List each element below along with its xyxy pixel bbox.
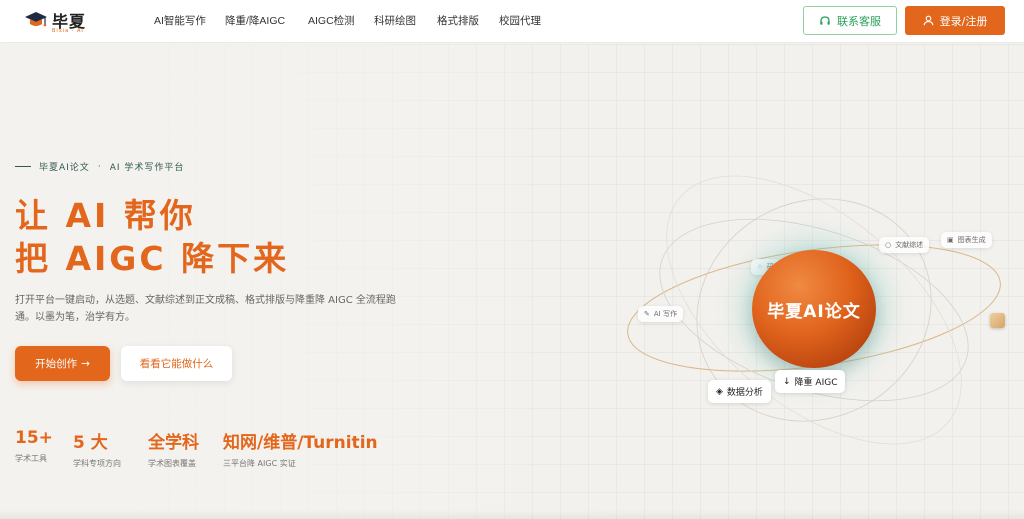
chip-ai-writing-label: AI 写作 (653, 310, 677, 318)
stat-value: 知网/维普/Turnitin (223, 433, 378, 453)
stat-value: 15+ (15, 428, 53, 448)
stat-value: 全学科 (148, 433, 199, 453)
login-register-button[interactable]: 登录/注册 (905, 6, 1005, 35)
stat-platforms: 知网/维普/Turnitin 三平台降 AIGC 实证 (223, 428, 378, 469)
chip-reduce-label: 降重 AIGC (794, 378, 838, 388)
chip-chart-generation[interactable]: ▣ 图表生成 (941, 232, 992, 248)
login-register-label: 登录/注册 (939, 14, 988, 28)
nav-item-aigc-detect[interactable]: AIGC检测 (308, 13, 355, 28)
user-icon (923, 15, 933, 26)
chip-chart-label: 图表生成 (957, 236, 986, 244)
stat-value: 5 大 (73, 433, 108, 453)
nav-item-format[interactable]: 格式排版 (437, 13, 479, 28)
arrow-down-icon: ↓ (783, 376, 791, 387)
contact-service-label: 联系客服 (837, 14, 881, 28)
stat-tools: 15+ 学术工具 (15, 428, 53, 464)
tagline-separator: · (97, 161, 102, 172)
stat-disciplines: 5 大 学科专项方向 (73, 428, 121, 469)
headset-icon (820, 15, 830, 25)
chip-literature-review[interactable]: ○ 文献综述 (879, 237, 930, 253)
sphere-label: 毕夏AI论文 (767, 301, 861, 322)
hero-headline-line-1: 让 AI 帮你 (15, 196, 196, 235)
start-creating-label: 开始创作 (35, 358, 78, 370)
diamond-icon: ◈ (716, 386, 723, 397)
chip-literature-label: 文献综述 (895, 241, 924, 249)
nav-item-reduce[interactable]: 降重/降AIGC (225, 13, 285, 28)
see-features-label: 看看它能做什么 (139, 358, 214, 370)
contact-service-button[interactable]: 联系客服 (803, 6, 897, 35)
stat-charts: 全学科 学术图表覆盖 (148, 428, 199, 469)
stat-label: 学术工具 (15, 454, 47, 463)
top-header: 毕夏 Bixia · AI AI智能写作 降重/降AIGC AIGC检测 科研绘… (0, 0, 1024, 43)
hero-description: 打开平台一键启动，从选题、文献综述到正文成稿、格式排版与降重降 AIGC 全流程… (15, 295, 396, 323)
stat-label: 学术图表覆盖 (148, 459, 196, 468)
chip-reduce-aigc[interactable]: ↓ 降重 AIGC (775, 370, 846, 393)
nav-item-campus-agent[interactable]: 校园代理 (499, 13, 541, 28)
chip-ai-writing[interactable]: ✎ AI 写作 (638, 306, 683, 322)
stat-label: 三平台降 AIGC 实证 (223, 459, 296, 468)
logo-subtitle: Bixia · AI (52, 28, 84, 34)
hero-tagline: 毕夏AI论文 · AI 学术写作平台 (15, 160, 184, 173)
grid-icon: ⁘ (757, 263, 763, 271)
graduation-cap-icon (25, 12, 47, 27)
tagline-description: AI 学术写作平台 (109, 163, 185, 173)
chart-icon: ▣ (947, 236, 954, 244)
circle-icon: ○ (885, 241, 892, 249)
brand-sphere[interactable]: 毕夏AI论文 (752, 250, 876, 368)
nav-item-research-drawing[interactable]: 科研绘图 (374, 13, 416, 28)
chip-data-label: 数据分析 (726, 388, 763, 398)
cube-decoration (990, 313, 1005, 328)
bottom-divider (0, 510, 1024, 519)
hero-headline-line-2: 把 AIGC 降下来 (15, 239, 290, 278)
chip-data-analysis[interactable]: ◈ 数据分析 (708, 380, 771, 403)
pen-icon: ✎ (644, 310, 650, 318)
see-features-button[interactable]: 看看它能做什么 (121, 346, 232, 381)
start-creating-button[interactable]: 开始创作 → (15, 346, 110, 381)
logo[interactable]: 毕夏 Bixia · AI (24, 7, 94, 37)
nav-item-ai-writing[interactable]: AI智能写作 (154, 13, 206, 28)
tagline-brand: 毕夏AI论文 (39, 163, 90, 173)
arrow-right-icon: → (81, 357, 90, 370)
tagline-line (15, 166, 31, 167)
stat-label: 学科专项方向 (73, 459, 121, 468)
